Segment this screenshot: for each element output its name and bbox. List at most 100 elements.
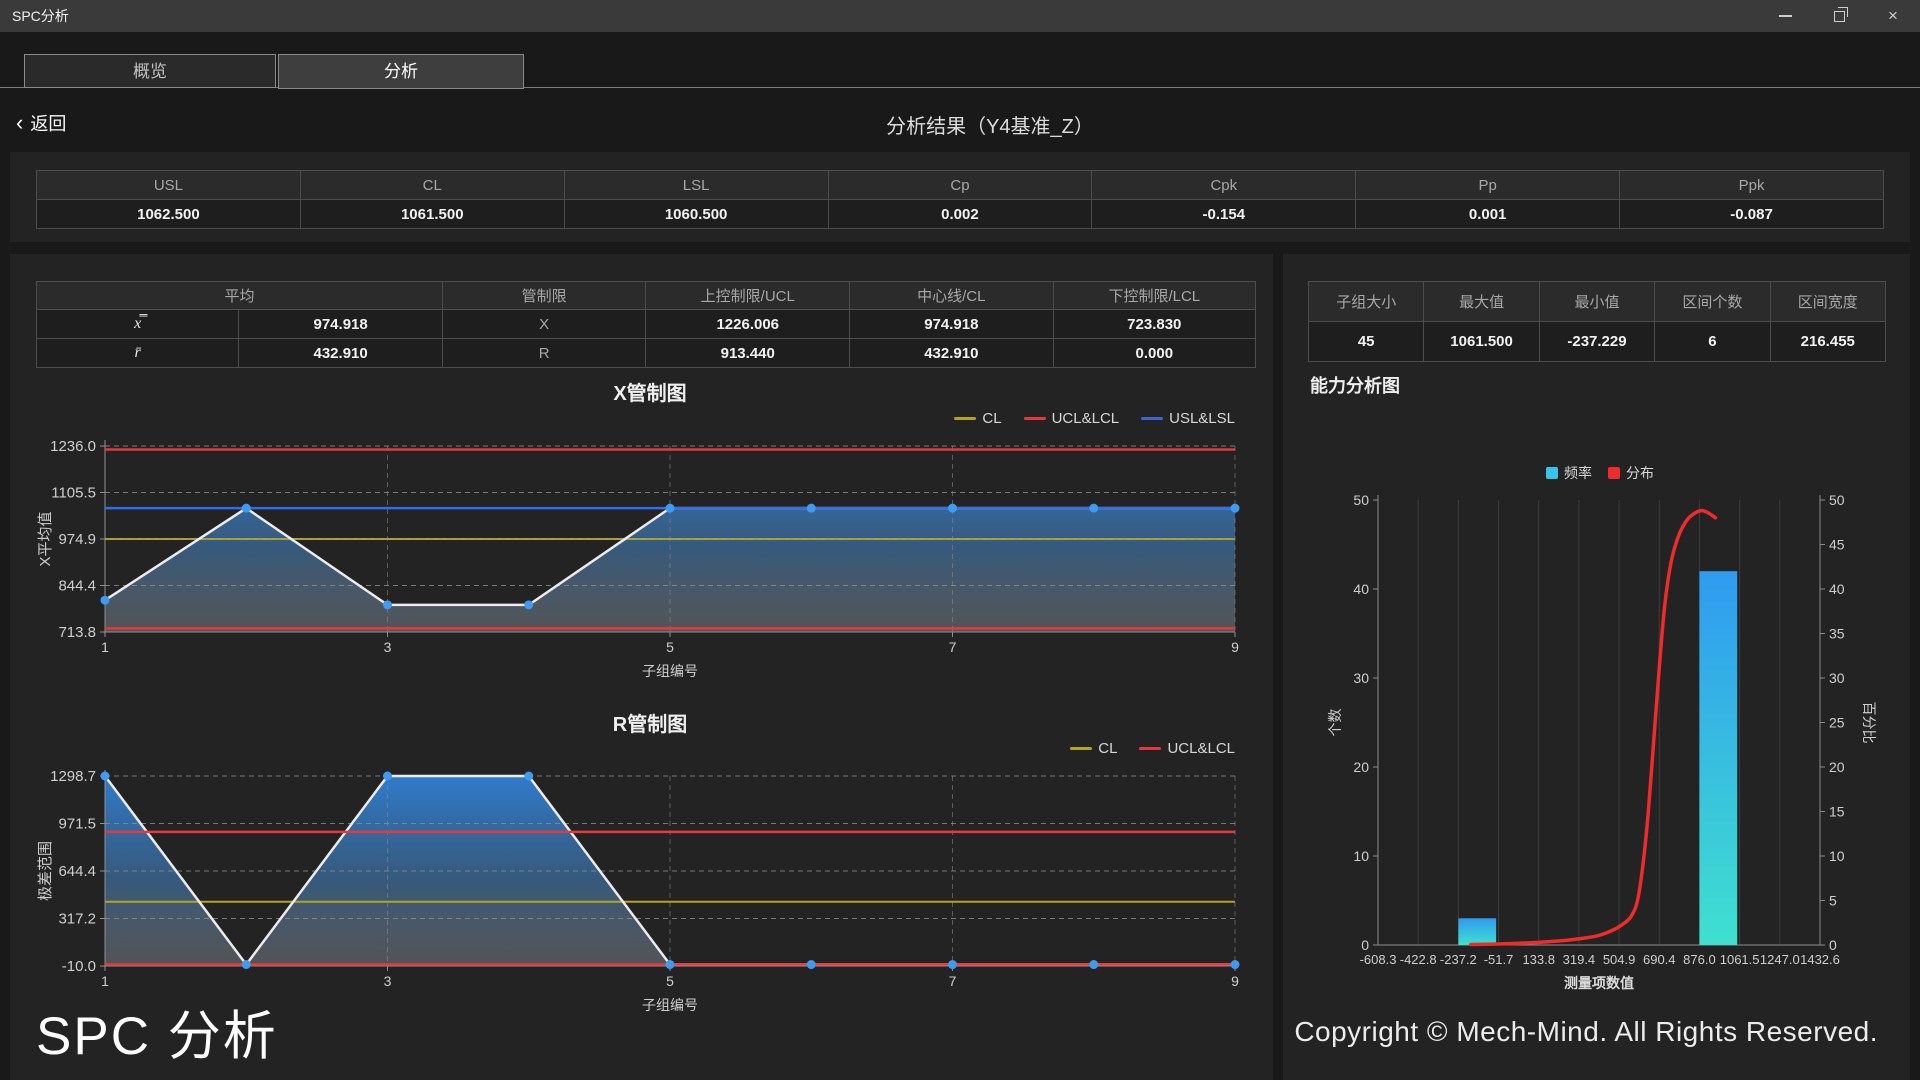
summary-header: 子组大小 (1309, 282, 1424, 322)
stats-col-value: -0.087 (1620, 200, 1884, 229)
svg-text:876.0: 876.0 (1683, 952, 1716, 967)
svg-text:1298.7: 1298.7 (50, 768, 96, 785)
svg-text:30: 30 (1353, 670, 1369, 686)
svg-text:1432.6: 1432.6 (1800, 952, 1840, 967)
control-header-lcl: 下控制限/LCL (1053, 282, 1255, 310)
stats-col-label: USL (37, 171, 301, 200)
svg-text:7: 7 (949, 639, 957, 655)
summary-value: 216.455 (1770, 322, 1885, 362)
svg-text:504.9: 504.9 (1603, 952, 1636, 967)
restore-icon (1834, 11, 1845, 22)
svg-text:极差范围: 极差范围 (37, 841, 54, 901)
svg-text:35: 35 (1829, 626, 1845, 642)
svg-text:0: 0 (1361, 937, 1369, 953)
svg-text:317.2: 317.2 (58, 910, 96, 927)
table-row: x̿ 974.918 X 1226.006 974.918 723.830 (37, 310, 1256, 339)
svg-text:9: 9 (1231, 973, 1239, 989)
r-ucl: 913.440 (646, 339, 850, 368)
summary-header: 最小值 (1539, 282, 1654, 322)
close-icon: × (1888, 6, 1898, 26)
summary-value-row: 45 1061.500 -237.229 6 216.455 (1309, 322, 1886, 362)
svg-text:0: 0 (1829, 937, 1837, 953)
svg-text:690.4: 690.4 (1643, 952, 1676, 967)
svg-text:713.8: 713.8 (58, 624, 96, 641)
svg-text:40: 40 (1353, 581, 1369, 597)
svg-text:个数: 个数 (1327, 709, 1343, 737)
stats-col-label: LSL (564, 171, 828, 200)
svg-text:1: 1 (101, 639, 109, 655)
stats-col-label: Cpk (1092, 171, 1356, 200)
svg-text:-608.3: -608.3 (1360, 952, 1397, 967)
xbar-mean: 974.918 (239, 310, 443, 339)
r-cl: 432.910 (850, 339, 1054, 368)
back-button[interactable]: ‹ 返回 (16, 110, 66, 136)
window-title: SPC分析 (12, 0, 69, 32)
svg-text:测量项数值: 测量项数值 (1564, 975, 1634, 991)
stats-col-value: 0.001 (1356, 200, 1620, 229)
control-header-mean: 平均 (37, 282, 443, 310)
tab-analysis[interactable]: 分析 (278, 54, 524, 89)
svg-text:7: 7 (949, 973, 957, 989)
svg-text:20: 20 (1829, 759, 1845, 775)
stats-col-label: Ppk (1620, 171, 1884, 200)
stats-header-row: USL CL LSL Cp Cpk Pp Ppk (37, 171, 1884, 200)
x-limit-symbol: X (442, 310, 646, 339)
close-button[interactable]: × (1866, 0, 1920, 32)
svg-text:40: 40 (1829, 581, 1845, 597)
copyright-text: Copyright © Mech-Mind. All Rights Reserv… (1294, 1016, 1878, 1048)
svg-text:子组编号: 子组编号 (642, 997, 698, 1013)
histogram-summary-table: 子组大小 最大值 最小值 区间个数 区间宽度 45 1061.500 -237.… (1308, 281, 1886, 362)
stats-col-value: 1062.500 (37, 200, 301, 229)
svg-text:-10.0: -10.0 (62, 958, 96, 975)
svg-text:133.8: 133.8 (1522, 952, 1555, 967)
window-controls: × (1758, 0, 1920, 32)
svg-text:15: 15 (1829, 804, 1845, 820)
svg-text:子组编号: 子组编号 (642, 663, 698, 679)
control-limits-table: 平均 管制限 上控制限/UCL 中心线/CL 下控制限/LCL x̿ 974.9… (36, 281, 1256, 368)
svg-text:10: 10 (1353, 848, 1369, 864)
svg-text:百分比: 百分比 (1861, 702, 1877, 744)
stats-col-label: CL (300, 171, 564, 200)
svg-text:25: 25 (1829, 715, 1845, 731)
svg-text:1247.0: 1247.0 (1760, 952, 1800, 967)
restore-button[interactable] (1812, 0, 1866, 32)
stats-table: USL CL LSL Cp Cpk Pp Ppk 1062.500 1061.5… (36, 170, 1884, 229)
rbar-symbol: r̄ (37, 339, 239, 368)
svg-text:974.9: 974.9 (58, 531, 96, 548)
svg-text:30: 30 (1829, 670, 1845, 686)
svg-text:X平均值: X平均值 (37, 511, 54, 566)
svg-text:1105.5: 1105.5 (51, 484, 96, 501)
stats-col-value: 1060.500 (564, 200, 828, 229)
svg-text:1: 1 (101, 973, 109, 989)
title-bar: SPC分析 × (0, 0, 1920, 32)
table-row: r̄ 432.910 R 913.440 432.910 0.000 (37, 339, 1256, 368)
app-brand: SPC 分析 (36, 994, 278, 1070)
svg-text:-237.2: -237.2 (1440, 952, 1477, 967)
r-lcl: 0.000 (1053, 339, 1255, 368)
control-table-header-row: 平均 管制限 上控制限/UCL 中心线/CL 下控制限/LCL (37, 282, 1256, 310)
summary-header: 区间个数 (1655, 282, 1770, 322)
x-cl: 974.918 (850, 310, 1054, 339)
capability-section-title: 能力分析图 (1310, 372, 1400, 398)
minimize-button[interactable] (1758, 0, 1812, 32)
svg-text:50: 50 (1829, 492, 1845, 508)
capability-chart-canvas: 0102030405005101520253035404550-608.3-42… (1300, 460, 1900, 995)
svg-text:5: 5 (666, 639, 674, 655)
control-header-ucl: 上控制限/UCL (646, 282, 850, 310)
svg-text:50: 50 (1353, 492, 1369, 508)
svg-text:-422.8: -422.8 (1400, 952, 1437, 967)
x-ucl: 1226.006 (646, 310, 850, 339)
back-chevron-icon: ‹ (16, 114, 23, 132)
svg-text:971.5: 971.5 (58, 816, 96, 833)
control-header-limit: 管制限 (442, 282, 646, 310)
stats-col-value: 1061.500 (300, 200, 564, 229)
svg-text:1236.0: 1236.0 (50, 438, 96, 455)
r-control-chart-canvas: 1298.7971.5644.4317.2-10.013579极差范围子组编号 (30, 730, 1270, 1020)
svg-text:9: 9 (1231, 639, 1239, 655)
svg-text:20: 20 (1353, 759, 1369, 775)
summary-header: 最大值 (1424, 282, 1539, 322)
svg-text:644.4: 644.4 (58, 863, 96, 880)
stats-col-value: -0.154 (1092, 200, 1356, 229)
summary-value: 6 (1655, 322, 1770, 362)
tab-overview[interactable]: 概览 (24, 54, 276, 88)
